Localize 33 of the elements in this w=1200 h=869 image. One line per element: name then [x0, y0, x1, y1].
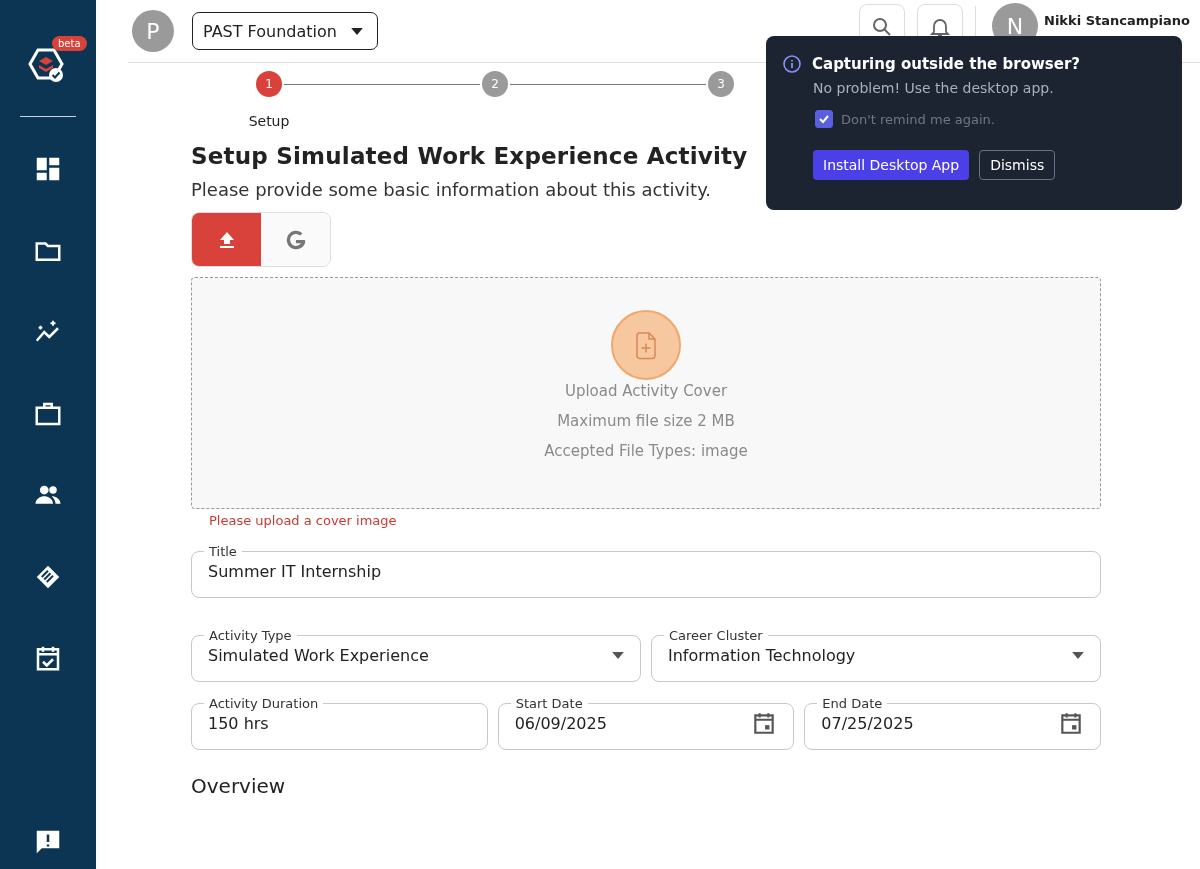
dropdown-caret-icon — [1072, 651, 1084, 659]
input-field[interactable]: Title Summer IT Internship — [191, 544, 1101, 598]
install-button[interactable]: Install Desktop App — [813, 150, 970, 180]
checkbox[interactable] — [815, 110, 833, 128]
caret-icon — [350, 27, 363, 35]
google-source-button[interactable] — [261, 213, 330, 266]
dropzone-text: Upload Activity Cover — [564, 381, 728, 402]
upload-source-button[interactable] — [192, 213, 261, 266]
calendar-icon — [1058, 710, 1084, 736]
page-subtitle: Please provide some basic information about this activity. — [191, 179, 711, 200]
organization-dropdown[interactable]: PAST Foundation — [192, 12, 378, 50]
user-name: Nikki Stancampiano — [1044, 12, 1190, 28]
dismiss-button[interactable]: Dismiss — [979, 150, 1056, 180]
error-message: Please upload a cover image — [209, 513, 398, 528]
date-field[interactable]: Start Date 06/09/2025 — [497, 696, 795, 750]
checkbox-label: Don't remind me again. — [841, 111, 995, 127]
select-field[interactable]: Career Cluster Information Technology — [651, 628, 1101, 682]
step-label: Setup — [248, 113, 290, 129]
step-number[interactable]: 1 — [256, 71, 282, 97]
info-icon — [782, 54, 802, 74]
date-field[interactable]: End Date 07/25/2025 — [804, 696, 1101, 750]
dropzone-text: Accepted File Types: image — [544, 441, 748, 462]
popup-message: No problem! Use the desktop app. — [813, 80, 1055, 96]
select-field[interactable]: Activity Type Simulated Work Experience — [191, 628, 641, 682]
input-field[interactable]: Activity Duration 150 hrs — [191, 696, 488, 750]
popup-title: Capturing outside the browser? — [812, 55, 1080, 73]
org-avatar: P — [132, 10, 174, 52]
page-title: Setup Simulated Work Experience Activity — [191, 143, 748, 169]
dropdown-caret-icon — [612, 651, 624, 659]
section-heading: Overview — [191, 774, 287, 798]
dropzone-text: Maximum file size 2 MB — [557, 411, 735, 432]
checkmark-icon — [818, 113, 830, 125]
beta-badge: beta — [52, 36, 87, 51]
